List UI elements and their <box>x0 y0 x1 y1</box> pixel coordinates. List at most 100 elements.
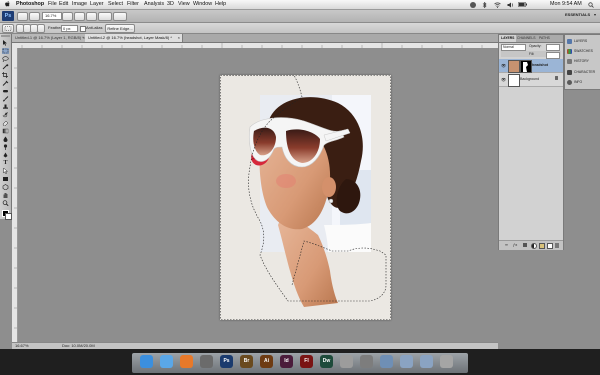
zoom-level-field[interactable]: 16.7% <box>42 12 62 20</box>
new-layer-icon[interactable] <box>547 243 553 249</box>
flash-icon[interactable]: Fl <box>300 355 313 368</box>
menu-window[interactable]: Window <box>193 1 212 8</box>
folder-icon[interactable] <box>380 355 393 368</box>
battery-icon[interactable] <box>518 1 527 10</box>
layer-row-headshot[interactable]: 👁 headshot <box>499 59 563 73</box>
layer-mask-thumbnail[interactable] <box>520 60 532 73</box>
document-tab-label: Untitled-2 @ 16.7% (headshot, Layer Mask… <box>88 35 172 40</box>
illustrator-icon[interactable]: Ai <box>260 355 273 368</box>
menu-edit[interactable]: Edit <box>59 1 68 8</box>
preview-icon[interactable] <box>340 355 353 368</box>
zoom-tool-button[interactable] <box>74 12 85 21</box>
system-preferences-icon[interactable] <box>360 355 373 368</box>
type-tool-icon[interactable]: T <box>2 160 9 166</box>
crop-tool-icon[interactable] <box>2 72 9 78</box>
menu-file[interactable]: File <box>48 1 57 8</box>
menu-analysis[interactable]: Analysis <box>144 1 164 8</box>
blend-mode-select[interactable]: Normal <box>501 44 526 51</box>
collapsed-panel-layers[interactable]: LAYERS <box>567 37 600 45</box>
photoshop-icon[interactable]: Ps <box>220 355 233 368</box>
new-group-icon[interactable] <box>539 243 545 249</box>
bridge-icon[interactable]: Br <box>240 355 253 368</box>
pen-tool-icon[interactable] <box>2 152 9 158</box>
intersect-selection-button[interactable] <box>37 24 45 33</box>
menu-layer[interactable]: Layer <box>90 1 104 8</box>
menu-clock[interactable]: Mon 9:54 AM <box>550 1 582 8</box>
collapsed-panel-history[interactable]: HISTORY <box>567 57 600 65</box>
firefox-icon[interactable] <box>180 355 193 368</box>
tab-paths[interactable]: PATHS <box>537 35 552 42</box>
hand-tool-icon[interactable] <box>2 192 9 198</box>
tools-panel-grip[interactable] <box>1 35 10 37</box>
move-tool-icon[interactable] <box>2 40 9 46</box>
refine-edge-button[interactable]: Refine Edge... <box>105 24 135 33</box>
workspace-switcher[interactable]: ESSENTIALS <box>565 12 590 18</box>
background-color-swatch[interactable] <box>4 212 12 220</box>
collapsed-panel-info[interactable]: INFO <box>567 78 600 86</box>
collapsed-panel-swatches[interactable]: SWATCHES <box>567 47 600 55</box>
tab-layers[interactable]: LAYERS <box>499 35 517 42</box>
layer-name[interactable]: headshot <box>532 62 548 68</box>
gradient-tool-icon[interactable] <box>2 128 9 134</box>
fill-input[interactable] <box>546 51 560 59</box>
menu-3d[interactable]: 3D <box>167 1 174 8</box>
adjustment-layer-icon[interactable] <box>531 243 537 249</box>
tool-preset-picker[interactable] <box>2 24 14 33</box>
time-machine-icon[interactable] <box>470 1 476 8</box>
layer-row-background[interactable]: 👁 Background <box>499 73 563 87</box>
document-tab-untitled-2[interactable]: Untitled-2 @ 16.7% (headshot, Layer Mask… <box>85 34 183 42</box>
menu-image[interactable]: Image <box>72 1 87 8</box>
app-store-icon[interactable] <box>200 355 213 368</box>
dodge-tool-icon[interactable] <box>2 144 9 150</box>
opacity-input[interactable] <box>546 44 560 51</box>
launch-bridge-button[interactable] <box>17 12 28 21</box>
screen-mode-button[interactable] <box>113 12 127 21</box>
add-mask-icon[interactable] <box>523 243 527 247</box>
trash-icon[interactable] <box>555 242 559 248</box>
clone-stamp-tool-icon[interactable] <box>2 104 9 110</box>
healing-brush-tool-icon[interactable] <box>2 88 9 94</box>
indesign-icon[interactable]: Id <box>280 355 293 368</box>
eyedropper-tool-icon[interactable] <box>2 80 9 86</box>
lock-icon <box>555 76 558 80</box>
trash-icon[interactable] <box>440 355 453 368</box>
brush-tool-icon[interactable] <box>2 96 9 102</box>
rectangle-tool-icon[interactable] <box>2 176 9 182</box>
dreamweaver-icon[interactable]: Dw <box>320 355 333 368</box>
lasso-tool-icon[interactable] <box>2 56 9 62</box>
safari-icon[interactable] <box>160 355 173 368</box>
documents-stack-icon[interactable] <box>400 355 413 368</box>
close-icon[interactable]: × <box>178 34 180 42</box>
apple-icon[interactable] <box>5 1 10 10</box>
downloads-stack-icon[interactable] <box>420 355 433 368</box>
document-tab-untitled-1[interactable]: Untitled-1 @ 16.7% (Layer 1, RGB/8) * × <box>12 34 88 42</box>
eye-icon[interactable]: 👁 <box>501 77 506 82</box>
3d-rotate-tool-icon[interactable] <box>2 184 9 190</box>
eye-icon[interactable]: 👁 <box>501 63 506 68</box>
tab-channels[interactable]: CHANNELS <box>515 35 537 42</box>
document-canvas[interactable] <box>220 74 391 320</box>
blur-tool-icon[interactable] <box>2 136 9 142</box>
menu-photoshop[interactable]: Photoshop <box>16 1 44 8</box>
layer-style-icon[interactable]: ƒx <box>513 242 517 248</box>
zoom-tool-icon[interactable] <box>2 200 9 206</box>
rotate-view-button[interactable] <box>86 12 97 21</box>
launch-mini-bridge-button[interactable] <box>29 12 40 21</box>
menu-help[interactable]: Help <box>215 1 226 8</box>
chevron-down-icon[interactable]: ▾ <box>594 12 596 18</box>
path-selection-tool-icon[interactable] <box>2 168 9 174</box>
link-layers-icon[interactable]: ∞ <box>505 242 508 248</box>
marquee-tool-icon[interactable] <box>2 48 9 54</box>
menu-select[interactable]: Select <box>108 1 123 8</box>
menu-filter[interactable]: Filter <box>127 1 139 8</box>
layer-name[interactable]: Background <box>520 76 539 82</box>
feather-input[interactable]: 0 px <box>61 25 78 32</box>
arrange-documents-button[interactable] <box>98 12 112 21</box>
quick-selection-tool-icon[interactable] <box>2 64 9 70</box>
collapsed-panel-character[interactable]: CHARACTER <box>567 68 600 76</box>
menu-view[interactable]: View <box>178 1 190 8</box>
history-brush-tool-icon[interactable] <box>2 112 9 118</box>
finder-icon[interactable] <box>140 355 153 368</box>
eraser-tool-icon[interactable] <box>2 120 9 126</box>
hand-tool-button[interactable] <box>62 12 73 21</box>
